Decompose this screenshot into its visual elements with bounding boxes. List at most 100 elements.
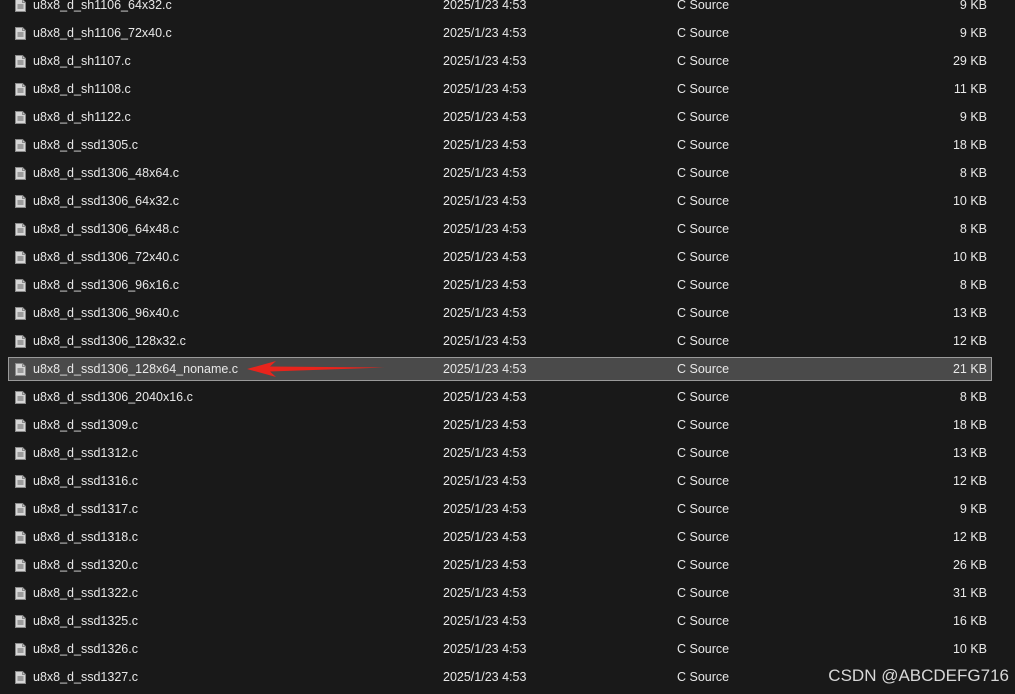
file-date-modified: 2025/1/23 4:53 [443, 334, 527, 348]
file-name: u8x8_d_ssd1305.c [33, 138, 138, 152]
c-source-file-icon [15, 83, 26, 96]
file-name: u8x8_d_ssd1316.c [33, 474, 138, 488]
file-name: u8x8_d_ssd1306_72x40.c [33, 250, 179, 264]
file-size: 10 KB [952, 250, 987, 264]
file-row[interactable]: u8x8_d_sh1106_64x32.c 2025/1/23 4:53 C Sou… [8, 0, 992, 17]
file-size: 12 KB [952, 334, 987, 348]
file-type: C Source [677, 586, 730, 600]
file-type: C Source [677, 502, 730, 516]
file-row[interactable]: u8x8_d_ssd1306_96x40.c 2025/1/23 4:53 C So… [8, 301, 992, 325]
file-row[interactable]: u8x8_d_ssd1306_48x64.c 2025/1/23 4:53 C So… [8, 161, 992, 185]
file-type: C Source [677, 390, 730, 404]
file-name: u8x8_d_ssd1306_96x40.c [33, 306, 179, 320]
file-date-modified: 2025/1/23 4:53 [443, 362, 527, 376]
file-name: u8x8_d_ssd1306_48x64.c [33, 166, 179, 180]
file-name: u8x8_d_ssd1317.c [33, 502, 138, 516]
file-date-modified: 2025/1/23 4:53 [443, 278, 527, 292]
file-row[interactable]: u8x8_d_ssd1312.c 2025/1/23 4:53 C Source 13… [8, 441, 992, 465]
file-size: 8 KB [959, 278, 987, 292]
file-row[interactable]: u8x8_d_sh1122.c 2025/1/23 4:53 C Source 9 K… [8, 105, 992, 129]
file-row[interactable]: u8x8_d_sh1107.c 2025/1/23 4:53 C Source 29 … [8, 49, 992, 73]
file-name: u8x8_d_ssd1325.c [33, 614, 138, 628]
c-source-file-icon [15, 167, 26, 180]
file-size: 18 KB [952, 138, 987, 152]
file-date-modified: 2025/1/23 4:53 [443, 166, 527, 180]
file-row[interactable]: u8x8_d_ssd1325.c 2025/1/23 4:53 C Source 16… [8, 609, 992, 633]
file-date-modified: 2025/1/23 4:53 [443, 418, 527, 432]
file-row[interactable]: u8x8_d_ssd1306_128x32.c 2025/1/23 4:53 C S… [8, 329, 992, 353]
file-type: C Source [677, 110, 730, 124]
file-size: 21 KB [952, 362, 987, 376]
file-row[interactable]: u8x8_d_ssd1317.c 2025/1/23 4:53 C Source 9 … [8, 497, 992, 521]
file-size: 31 KB [952, 586, 987, 600]
file-row[interactable]: u8x8_d_ssd1320.c 2025/1/23 4:53 C Source 26… [8, 553, 992, 577]
file-row[interactable]: u8x8_d_ssd1309.c 2025/1/23 4:53 C Source 18… [8, 413, 992, 437]
file-row[interactable]: u8x8_d_ssd1306_64x32.c 2025/1/23 4:53 C So… [8, 189, 992, 213]
file-row[interactable]: u8x8_d_ssd1306_64x48.c 2025/1/23 4:53 C So… [8, 217, 992, 241]
file-list: u8x8_d_sh1106_64x32.c 2025/1/23 4:53 C Sou… [0, 0, 1015, 694]
file-date-modified: 2025/1/23 4:53 [443, 222, 527, 236]
file-type: C Source [677, 250, 730, 264]
file-size: 9 KB [959, 0, 987, 12]
file-name: u8x8_d_ssd1306_128x64_noname.c [33, 362, 239, 376]
file-date-modified: 2025/1/23 4:53 [443, 670, 527, 684]
file-type: C Source [677, 54, 730, 68]
file-row[interactable]: u8x8_d_sh1108.c 2025/1/23 4:53 C Source 11 … [8, 77, 992, 101]
file-date-modified: 2025/1/23 4:53 [443, 530, 527, 544]
file-date-modified: 2025/1/23 4:53 [443, 558, 527, 572]
c-source-file-icon [15, 671, 26, 684]
file-type: C Source [677, 530, 730, 544]
file-type: C Source [677, 278, 730, 292]
file-type: C Source [677, 26, 730, 40]
file-date-modified: 2025/1/23 4:53 [443, 54, 527, 68]
file-name: u8x8_d_ssd1306_96x16.c [33, 278, 179, 292]
file-date-modified: 2025/1/23 4:53 [443, 586, 527, 600]
file-size: 9 KB [959, 26, 987, 40]
file-row-selected[interactable]: u8x8_d_ssd1306_128x64_noname.c 2025/1/23 … [8, 357, 992, 381]
file-name: u8x8_d_sh1106_72x40.c [33, 26, 172, 40]
file-type: C Source [677, 558, 730, 572]
file-row[interactable]: u8x8_d_ssd1318.c 2025/1/23 4:53 C Source 12… [8, 525, 992, 549]
file-size: 8 KB [959, 222, 987, 236]
file-row[interactable]: u8x8_d_sh1106_72x40.c 2025/1/23 4:53 C Sou… [8, 21, 992, 45]
file-name: u8x8_d_ssd1318.c [33, 530, 138, 544]
file-size: 13 KB [952, 446, 987, 460]
file-size: 12 KB [952, 474, 987, 488]
file-date-modified: 2025/1/23 4:53 [443, 446, 527, 460]
file-size: 13 KB [952, 306, 987, 320]
file-row[interactable]: u8x8_d_ssd1306_72x40.c 2025/1/23 4:53 C So… [8, 245, 992, 269]
file-size: 8 KB [959, 390, 987, 404]
file-type: C Source [677, 194, 730, 208]
file-size: 9 KB [959, 110, 987, 124]
file-date-modified: 2025/1/23 4:53 [443, 474, 527, 488]
file-type: C Source [677, 418, 730, 432]
file-size: 11 KB [953, 82, 987, 96]
file-type: C Source [677, 166, 730, 180]
file-name: u8x8_d_ssd1312.c [33, 446, 138, 460]
c-source-file-icon [15, 615, 26, 628]
file-name: u8x8_d_sh1107.c [33, 54, 131, 68]
file-date-modified: 2025/1/23 4:53 [443, 306, 527, 320]
file-name: u8x8_d_ssd1306_64x32.c [33, 194, 179, 208]
file-row[interactable]: u8x8_d_ssd1322.c 2025/1/23 4:53 C Source 31… [8, 581, 992, 605]
c-source-file-icon [15, 55, 26, 68]
c-source-file-icon [15, 251, 26, 264]
c-source-file-icon [15, 643, 26, 656]
file-type: C Source [677, 138, 730, 152]
c-source-file-icon [15, 503, 26, 516]
file-date-modified: 2025/1/23 4:53 [443, 26, 527, 40]
file-type: C Source [677, 334, 730, 348]
file-name: u8x8_d_sh1108.c [33, 82, 131, 96]
file-row[interactable]: u8x8_d_ssd1306_2040x16.c 2025/1/23 4:53 C … [8, 385, 992, 409]
file-name: u8x8_d_ssd1327.c [33, 670, 138, 684]
file-row[interactable]: u8x8_d_ssd1316.c 2025/1/23 4:53 C Source 12… [8, 469, 992, 493]
file-name: u8x8_d_ssd1306_128x32.c [33, 334, 186, 348]
file-date-modified: 2025/1/23 4:53 [443, 194, 527, 208]
file-row[interactable]: u8x8_d_ssd1305.c 2025/1/23 4:53 C Source 18… [8, 133, 992, 157]
file-row[interactable]: u8x8_d_ssd1326.c 2025/1/23 4:53 C Source 10… [8, 637, 992, 661]
c-source-file-icon [15, 531, 26, 544]
file-date-modified: 2025/1/23 4:53 [443, 614, 527, 628]
c-source-file-icon [15, 559, 26, 572]
file-row[interactable]: u8x8_d_ssd1306_96x16.c 2025/1/23 4:53 C So… [8, 273, 992, 297]
file-size: 12 KB [952, 530, 987, 544]
